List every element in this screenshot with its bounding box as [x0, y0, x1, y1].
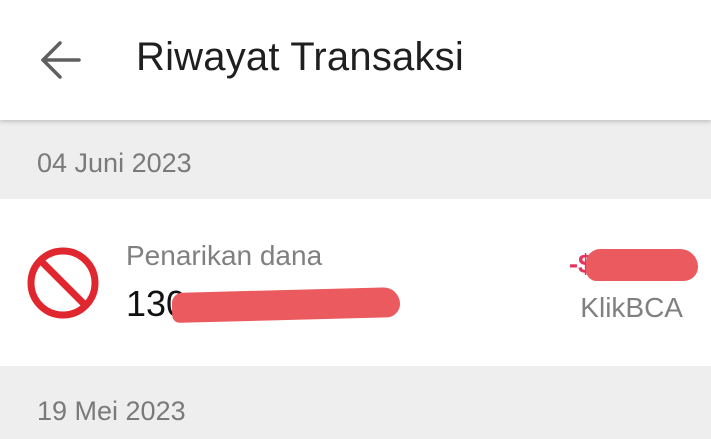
date-label: 04 Juni 2023	[37, 148, 192, 178]
date-header: 19 Mei 2023	[0, 366, 711, 439]
app-bar: Riwayat Transaksi	[0, 0, 711, 120]
prohibited-icon	[27, 247, 99, 319]
redaction-mark	[171, 287, 401, 323]
transaction-type: Penarikan dana	[126, 240, 323, 271]
date-label: 19 Mei 2023	[37, 396, 186, 426]
date-header: 04 Juni 2023	[0, 121, 711, 199]
transaction-item[interactable]: Penarikan dana 130 -$ KlikBCA	[0, 199, 711, 366]
back-button[interactable]	[36, 38, 86, 82]
redaction-mark	[586, 249, 698, 281]
page-title: Riwayat Transaksi	[136, 35, 464, 79]
transaction-method: KlikBCA	[580, 292, 683, 323]
arrow-left-icon	[41, 41, 81, 79]
